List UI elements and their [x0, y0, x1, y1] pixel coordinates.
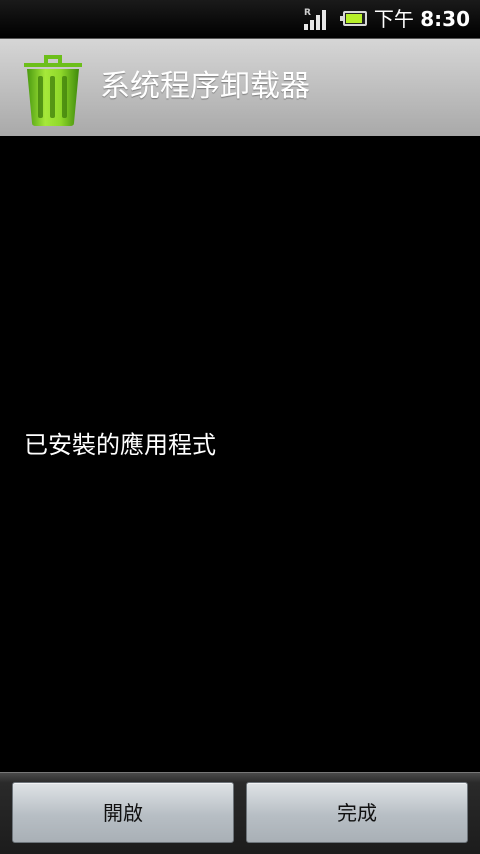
time-period: 下午	[373, 7, 414, 31]
done-button[interactable]: 完成	[246, 782, 468, 843]
time-value: 8:30	[420, 7, 470, 31]
bottom-button-bar: 開啟 完成	[0, 772, 480, 854]
app-title-bar: 系统程序卸载器	[0, 38, 480, 136]
battery-level-fill	[346, 14, 363, 23]
app-title: 系统程序卸载器	[100, 69, 310, 104]
status-bar: R 下午 8:30	[0, 0, 480, 38]
trash-can-icon	[24, 55, 82, 126]
installed-apps-label: 已安裝的應用程式	[24, 431, 216, 459]
content-area: 已安裝的應用程式	[0, 136, 480, 772]
roaming-indicator: R	[304, 8, 311, 18]
status-clock: 下午 8:30	[374, 7, 470, 31]
open-button[interactable]: 開啟	[12, 782, 234, 843]
battery-icon	[340, 11, 367, 26]
signal-strength-icon: R	[304, 8, 330, 30]
